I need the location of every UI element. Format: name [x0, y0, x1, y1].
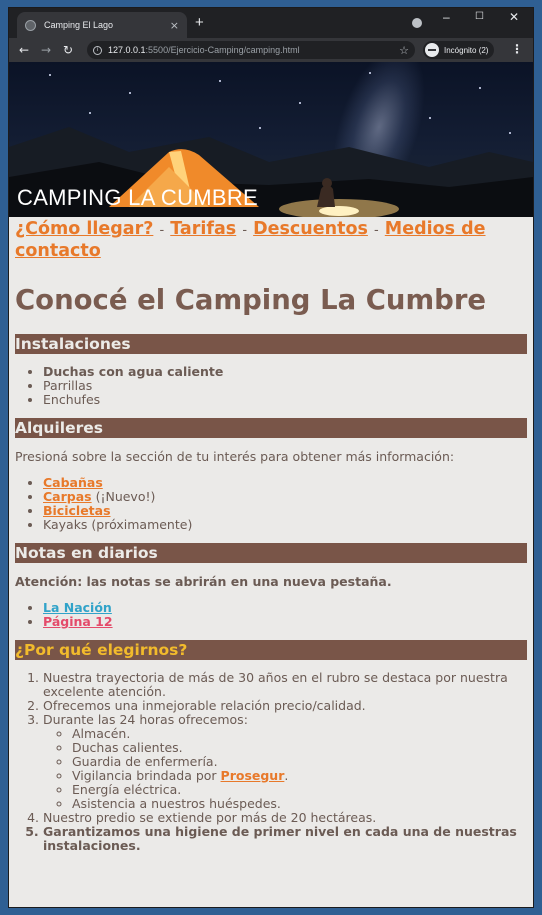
- nav-link-como-llegar[interactable]: ¿Cómo llegar?: [15, 219, 153, 239]
- por-que-list: Nuestra trayectoria de más de 30 años en…: [43, 671, 527, 853]
- list-item: Nuestro predio se extiende por más de 20…: [43, 811, 527, 825]
- section-heading-instalaciones: Instalaciones: [15, 334, 527, 354]
- list-item-text: Durante las 24 horas ofrecemos:: [43, 712, 248, 727]
- tab-title: Camping El Lago: [44, 20, 114, 30]
- incognito-icon: [425, 43, 439, 57]
- incognito-label: Incógnito (2): [444, 45, 489, 55]
- star-dot: [369, 72, 371, 74]
- page-title: Conocé el Camping La Cumbre: [15, 284, 487, 316]
- tab-strip: Camping El Lago × + – ☐ ✕: [9, 8, 533, 38]
- star-dot: [219, 80, 221, 82]
- sublist-item: Energía eléctrica.: [72, 783, 527, 797]
- list-item: Parrillas: [43, 379, 527, 393]
- main-nav: ¿Cómo llegar? - Tarifas - Descuentos - M…: [15, 219, 527, 262]
- address-bar[interactable]: i 127.0.0.1:5500/Ejercicio-Camping/campi…: [87, 41, 415, 59]
- sublist-item: Duchas calientes.: [72, 741, 527, 755]
- link-cabanas[interactable]: Cabañas: [43, 475, 103, 490]
- section-heading-alquileres: Alquileres: [15, 418, 527, 438]
- star-dot: [129, 92, 131, 94]
- link-la-nacion[interactable]: La Nación: [43, 600, 112, 615]
- link-pagina-12[interactable]: Página 12: [43, 614, 113, 629]
- nav-separator: -: [242, 223, 248, 238]
- nav-separator: -: [159, 223, 165, 238]
- sublist-item: Guardia de enfermería.: [72, 755, 527, 769]
- list-item: Bicicletas: [43, 504, 527, 518]
- servicios-sublist: Almacén. Duchas calientes. Guardia de en…: [72, 727, 527, 811]
- notas-warning: Atención: las notas se abrirán en una nu…: [15, 574, 392, 589]
- list-item: Ofrecemos una inmejorable relación preci…: [43, 699, 527, 713]
- url-text[interactable]: 127.0.0.1:5500/Ejercicio-Camping/camping…: [108, 45, 399, 55]
- url-host: 127.0.0.1: [108, 45, 146, 55]
- notas-list: La Nación Página 12: [43, 601, 527, 629]
- maximize-button[interactable]: ☐: [475, 11, 484, 22]
- carpas-note: (¡Nuevo!): [91, 489, 156, 504]
- nav-separator: -: [373, 223, 379, 238]
- browser-window: Camping El Lago × + – ☐ ✕ ← → ↻ i 127.0.…: [8, 7, 534, 908]
- sublist-item: Vigilancia brindada por Prosegur.: [72, 769, 527, 783]
- new-tab-button[interactable]: +: [195, 14, 204, 31]
- star-dot: [299, 102, 301, 104]
- incognito-button[interactable]: Incógnito (2): [423, 41, 495, 59]
- url-path: :5500/Ejercicio-Camping/camping.html: [145, 45, 300, 55]
- link-prosegur[interactable]: Prosegur: [221, 768, 285, 783]
- minimize-button[interactable]: –: [443, 10, 450, 24]
- list-item: Duchas con agua caliente: [43, 365, 527, 379]
- star-dot: [49, 74, 51, 76]
- reload-button[interactable]: ↻: [57, 43, 79, 57]
- browser-toolbar: ← → ↻ i 127.0.0.1:5500/Ejercicio-Camping…: [9, 38, 533, 62]
- section-heading-notas: Notas en diarios: [15, 543, 527, 563]
- forward-button[interactable]: →: [35, 43, 57, 57]
- menu-icon[interactable]: ⋮: [511, 42, 523, 56]
- info-icon[interactable]: i: [93, 45, 102, 55]
- browser-tab[interactable]: Camping El Lago ×: [17, 12, 187, 38]
- page-viewport: CAMPING LA CUMBRE ¿Cómo llegar? - Tarifa…: [9, 62, 533, 907]
- close-tab-icon[interactable]: ×: [170, 19, 179, 32]
- list-item: La Nación: [43, 601, 527, 615]
- header-banner: CAMPING LA CUMBRE: [9, 62, 533, 217]
- instalaciones-list: Duchas con agua caliente Parrillas Enchu…: [43, 365, 527, 407]
- nav-link-descuentos[interactable]: Descuentos: [253, 219, 368, 239]
- list-item: Durante las 24 horas ofrecemos: Almacén.…: [43, 713, 527, 811]
- list-item: Kayaks (próximamente): [43, 518, 527, 532]
- link-bicicletas[interactable]: Bicicletas: [43, 503, 111, 518]
- tab-search-icon[interactable]: [412, 18, 422, 28]
- list-item: Garantizamos una higiene de primer nivel…: [43, 825, 527, 853]
- page-content: ¿Cómo llegar? - Tarifas - Descuentos - M…: [9, 217, 533, 853]
- alquileres-intro: Presioná sobre la sección de tu interés …: [15, 449, 455, 464]
- list-item: Carpas (¡Nuevo!): [43, 490, 527, 504]
- vigilancia-end: .: [284, 768, 289, 783]
- vigilancia-text: Vigilancia brindada por: [72, 768, 221, 783]
- sublist-item: Asistencia a nuestros huéspedes.: [72, 797, 527, 811]
- alquileres-list: Cabañas Carpas (¡Nuevo!) Bicicletas Kaya…: [43, 476, 527, 532]
- list-item: Enchufes: [43, 393, 527, 407]
- globe-icon: [25, 19, 36, 31]
- list-item: Cabañas: [43, 476, 527, 490]
- star-dot: [479, 87, 481, 89]
- list-item: Página 12: [43, 615, 527, 629]
- close-window-button[interactable]: ✕: [509, 10, 519, 24]
- back-button[interactable]: ←: [13, 43, 35, 57]
- link-carpas[interactable]: Carpas: [43, 489, 92, 504]
- page-header-title: CAMPING LA CUMBRE: [17, 185, 259, 210]
- sublist-item: Almacén.: [72, 727, 527, 741]
- bookmark-star-icon[interactable]: ☆: [399, 44, 409, 57]
- nav-link-tarifas[interactable]: Tarifas: [170, 219, 236, 239]
- list-item: Nuestra trayectoria de más de 30 años en…: [43, 671, 527, 699]
- section-heading-por-que: ¿Por qué elegirnos?: [15, 640, 527, 660]
